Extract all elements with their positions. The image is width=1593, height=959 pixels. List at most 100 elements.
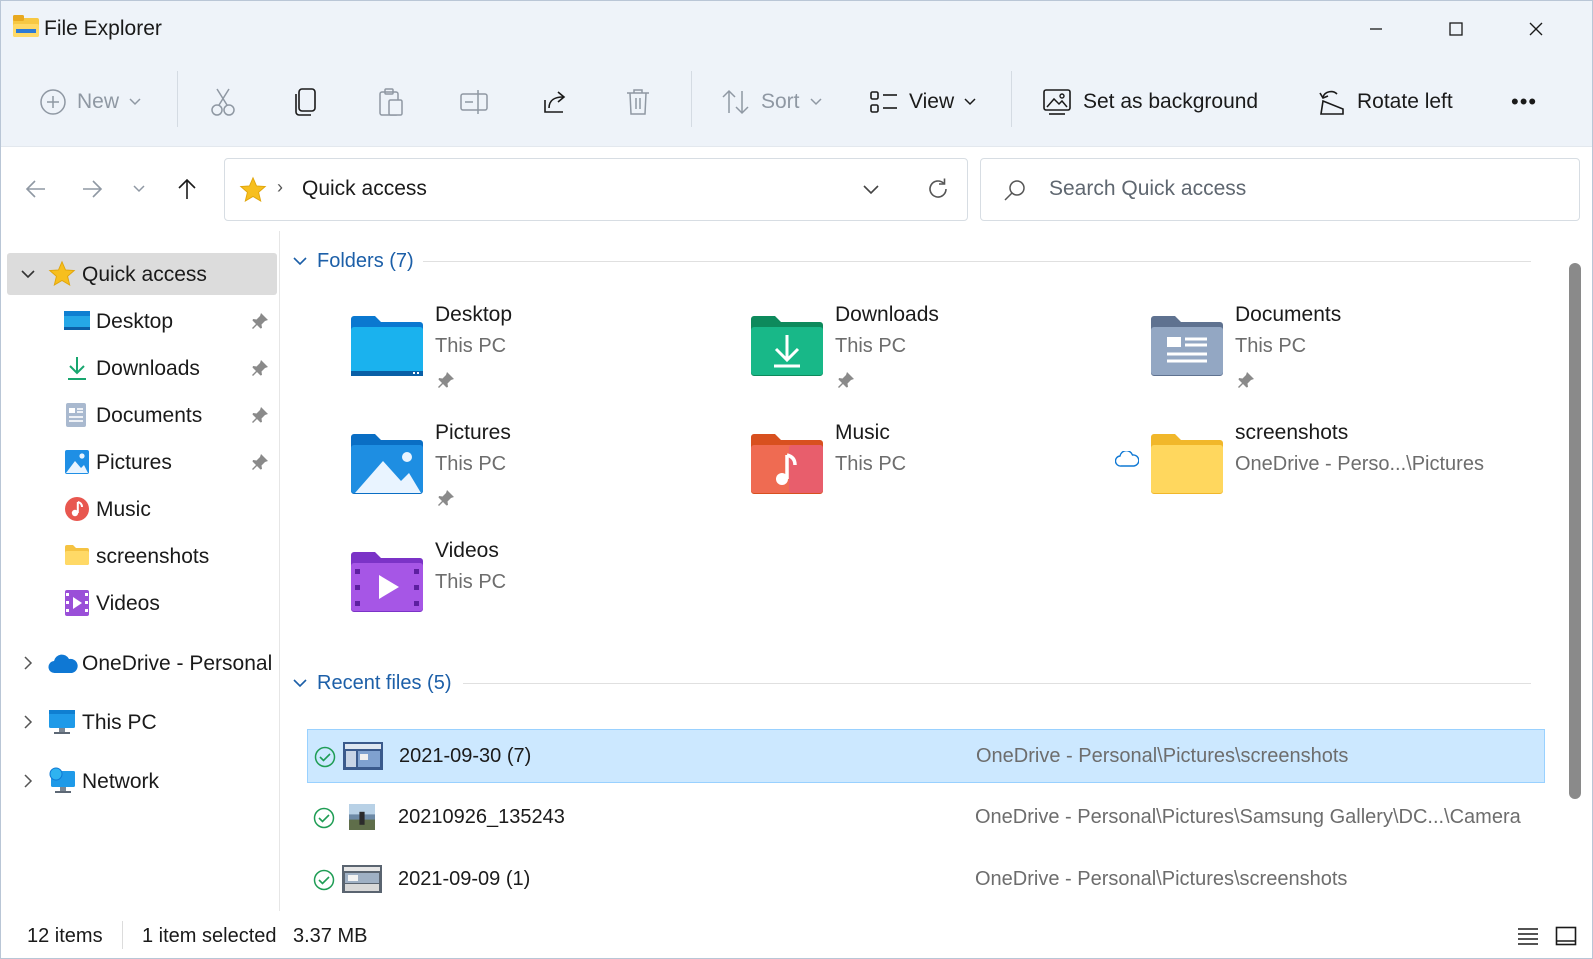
sidebar-item-music[interactable]: Music [7,488,277,530]
sidebar-item-downloads[interactable]: Downloads [7,347,277,389]
sidebar-item-documents[interactable]: Documents [7,394,277,436]
folders-group-title: Folders (7) [317,249,414,272]
folder-tile-pictures[interactable]: Pictures This PC [349,421,729,521]
folder-tile-desktop[interactable]: Desktop This PC [349,303,729,403]
sidebar-item-pictures[interactable]: Pictures [7,441,277,483]
file-name: 2021-09-09 (1) [398,868,531,890]
cut-icon [211,88,235,116]
collapse-chevron-icon [293,256,307,266]
paste-button[interactable] [377,79,405,125]
folder-tile-documents[interactable]: Documents This PC [1149,303,1529,403]
sidebar-item-label: Videos [96,592,160,615]
pin-icon [252,360,268,376]
music-folder-icon [751,434,823,494]
recent-locations-button[interactable] [121,171,157,207]
sidebar-item-desktop[interactable]: Desktop [7,300,277,342]
more-options-button[interactable]: ••• [1511,79,1537,125]
new-plus-icon [40,89,66,115]
chevron-down-icon [964,98,976,106]
tile-name: screenshots [1235,421,1349,444]
delete-button[interactable] [625,79,651,125]
sidebar-item-label: Music [96,498,151,521]
folder-tile-music[interactable]: Music This PC [749,421,1129,521]
details-view-button[interactable] [1513,921,1543,951]
sidebar-item-onedrive[interactable]: OneDrive - Personal [7,642,277,684]
chevron-down-icon [129,98,141,106]
sidebar-item-this-pc[interactable]: This PC [7,701,277,743]
star-icon [48,260,76,288]
folders-group-header[interactable]: Folders (7) [293,246,414,276]
tile-location: This PC [435,335,507,357]
copy-button[interactable] [293,79,319,125]
breadcrumb-quick-access[interactable]: Quick access [302,177,427,201]
network-icon [48,766,78,796]
yellow-folder-icon [1151,434,1223,494]
trash-icon [627,89,649,115]
collapse-chevron-icon[interactable] [19,265,37,283]
synced-check-icon [313,807,335,829]
document-icon [65,402,87,428]
view-button-label: View [909,90,955,113]
recent-file-row[interactable]: 2021-09-30 (7) OneDrive - Personal\Pictu… [307,729,1545,783]
tile-location: This PC [435,571,507,593]
view-button[interactable]: View [869,79,976,125]
scrollbar-thumb[interactable] [1569,263,1581,799]
up-button[interactable] [169,171,205,207]
address-dropdown-icon[interactable] [861,179,881,199]
sort-button-label: Sort [761,90,800,113]
recent-files-group-header[interactable]: Recent files (5) [293,668,452,698]
sidebar-item-videos[interactable]: Videos [7,582,277,624]
sidebar-item-label: This PC [82,711,157,734]
maximize-button[interactable] [1421,9,1491,49]
set-as-background-button[interactable]: Set as background [1041,79,1258,125]
sidebar-item-screenshots[interactable]: screenshots [7,535,277,577]
sort-icon [722,89,749,115]
toolbar-separator [691,71,692,127]
star-icon [239,176,267,203]
maximize-icon [1449,22,1463,36]
photo-thumbnail-icon [349,804,375,830]
rename-button[interactable] [459,79,489,125]
set-as-background-label: Set as background [1083,90,1259,113]
expand-chevron-icon[interactable] [19,654,37,672]
sidebar-item-quick-access[interactable]: Quick access [7,253,277,295]
rotate-left-button[interactable]: Rotate left [1317,79,1453,125]
forward-button[interactable] [74,171,110,207]
recent-file-row[interactable]: 2021-09-09 (1) OneDrive - Personal\Pictu… [307,853,1545,907]
back-button[interactable] [18,171,54,207]
sidebar-item-network[interactable]: Network [7,760,277,802]
close-button[interactable] [1501,9,1571,49]
folder-tile-downloads[interactable]: Downloads This PC [749,303,1129,403]
sort-button[interactable]: Sort [721,79,822,125]
pictures-icon [64,449,90,475]
address-bar[interactable]: › Quick access [224,158,968,221]
refresh-icon[interactable] [925,176,951,202]
folder-tile-screenshots[interactable]: screenshots OneDrive - Perso...\Pictures [1115,421,1529,521]
share-button[interactable] [541,79,569,125]
sidebar-item-label: Downloads [96,357,200,380]
search-input[interactable] [1049,169,1549,209]
cut-button[interactable] [209,79,237,125]
folder-tile-videos[interactable]: Videos This PC [349,539,729,639]
pin-icon [252,313,268,329]
expand-chevron-icon[interactable] [19,713,37,731]
address-row: › Quick access [1,147,1592,231]
videos-folder-icon [351,552,423,612]
recent-file-row[interactable]: 20210926_135243 OneDrive - Personal\Pict… [307,791,1545,845]
onedrive-cloud-icon [48,654,78,674]
large-icons-view-button[interactable] [1551,921,1581,951]
toolbar-separator [177,71,178,127]
pin-icon [252,454,268,470]
window-title: File Explorer [44,17,162,40]
screenshot-thumbnail-icon [342,865,382,893]
new-button[interactable]: New [39,79,141,125]
minimize-button[interactable] [1341,9,1411,49]
command-bar: New Sort View Set as background Rotate l… [1,57,1592,147]
expand-chevron-icon[interactable] [19,772,37,790]
item-count: 12 items [27,925,103,947]
set-background-icon [1043,89,1071,115]
recent-files-group-title: Recent files (5) [317,671,452,694]
selection-size: 3.37 MB [293,925,368,947]
vertical-scrollbar[interactable] [1561,233,1581,911]
search-box[interactable] [980,158,1580,221]
